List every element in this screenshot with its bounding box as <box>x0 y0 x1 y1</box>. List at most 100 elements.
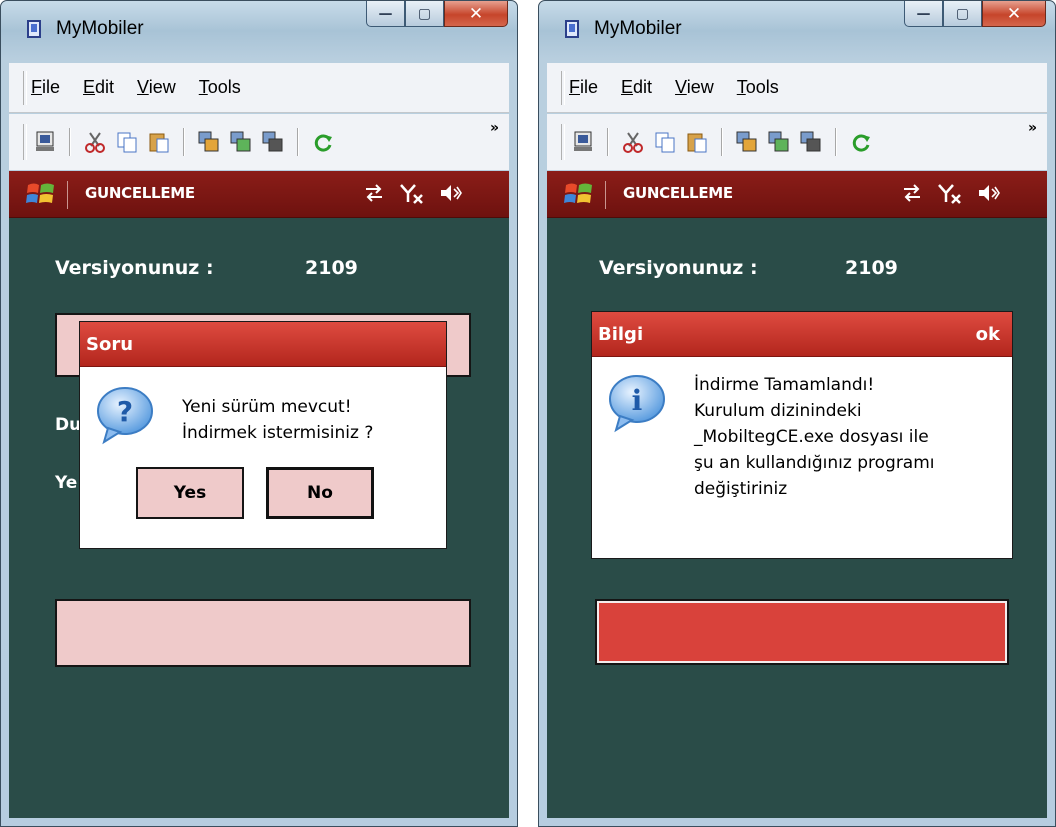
dialog-title: Bilgi <box>598 323 644 345</box>
paste-icon[interactable] <box>147 130 171 154</box>
download-button-bottom[interactable] <box>55 599 471 667</box>
minimize-icon: — <box>916 5 931 22</box>
menu-grip[interactable] <box>23 71 27 105</box>
obscured-label-1: Du <box>55 415 82 435</box>
copy-icon[interactable] <box>115 130 139 154</box>
toolbar-separator <box>721 128 723 156</box>
menu-view[interactable]: View <box>137 77 176 98</box>
window-transfer-icon-2[interactable] <box>229 130 253 154</box>
minimize-icon: — <box>378 5 393 22</box>
toolbar-separator <box>183 128 185 156</box>
menu-file[interactable]: File <box>31 77 60 98</box>
caption-buttons: — ▢ ✕ <box>904 1 1046 27</box>
window-transfer-icon-1[interactable] <box>197 130 221 154</box>
windows-start-icon[interactable] <box>26 181 56 207</box>
dialog-message: Yeni sürüm mevcut! İndirmek istermisiniz… <box>182 397 374 443</box>
menu-grip[interactable] <box>561 71 565 105</box>
window-transfer-icon-3[interactable] <box>261 130 285 154</box>
dialog-message: İndirme Tamamlandı! Kurulum dizinindeki … <box>694 375 935 499</box>
toolbar-overflow-icon[interactable]: » <box>490 120 499 136</box>
dialog-title-bar: Bilgi ok <box>592 312 1012 357</box>
ok-button[interactable]: ok <box>976 324 1000 345</box>
sync-icon[interactable] <box>901 182 923 204</box>
status-icons <box>363 182 463 206</box>
close-icon: ✕ <box>1006 3 1022 24</box>
title-bar[interactable]: MyMobiler — ▢ ✕ <box>539 1 1055 55</box>
menu-tools[interactable]: Tools <box>199 77 241 98</box>
device-icon[interactable] <box>571 130 595 154</box>
window-transfer-icon-3[interactable] <box>799 130 823 154</box>
close-button[interactable]: ✕ <box>982 1 1046 27</box>
svg-text:i: i <box>632 384 643 417</box>
menu-bar: File Edit View Tools <box>9 63 509 113</box>
obscured-label-2: Ye <box>55 473 78 493</box>
app-title: GUNCELLEME <box>85 184 195 202</box>
download-progress-button[interactable] <box>595 599 1009 665</box>
maximize-icon: ▢ <box>417 5 432 22</box>
window-title: MyMobiler <box>56 18 144 39</box>
header-separator <box>67 181 68 209</box>
refresh-icon[interactable] <box>849 130 873 154</box>
dialog-title-bar: Soru <box>80 322 446 367</box>
windows-start-icon[interactable] <box>564 181 594 207</box>
maximize-button[interactable]: ▢ <box>405 1 444 27</box>
app-header: GUNCELLEME <box>547 171 1047 218</box>
maximize-icon: ▢ <box>955 5 970 22</box>
version-value: 2109 <box>305 257 358 279</box>
window-transfer-icon-2[interactable] <box>767 130 791 154</box>
toolbar-grip[interactable] <box>23 124 27 160</box>
toolbar-separator <box>607 128 609 156</box>
tool-bar: » <box>547 114 1047 170</box>
volume-muted-icon[interactable] <box>977 182 1001 204</box>
device-icon[interactable] <box>33 130 57 154</box>
app-header: GUNCELLEME <box>9 171 509 218</box>
dialog-title: Soru <box>86 333 134 355</box>
tool-bar: » <box>9 114 509 170</box>
status-icons <box>901 182 1001 206</box>
copy-icon[interactable] <box>653 130 677 154</box>
toolbar-separator <box>835 128 837 156</box>
version-label: Versiyonunuz : <box>55 257 214 279</box>
minimize-button[interactable]: — <box>904 1 943 27</box>
menu-bar: File Edit View Tools <box>547 63 1047 113</box>
close-icon: ✕ <box>468 3 484 24</box>
maximize-button[interactable]: ▢ <box>943 1 982 27</box>
info-dialog: Bilgi ok i İndirme Tamamlandı! Kurulum d… <box>591 311 1013 559</box>
cut-icon[interactable] <box>621 130 645 154</box>
app-icon <box>565 20 579 38</box>
close-button[interactable]: ✕ <box>444 1 508 27</box>
title-bar[interactable]: MyMobiler — ▢ ✕ <box>1 1 517 55</box>
no-signal-icon[interactable] <box>937 182 963 206</box>
version-value: 2109 <box>845 257 898 279</box>
app-title: GUNCELLEME <box>623 184 733 202</box>
window-title: MyMobiler <box>594 18 682 39</box>
cut-icon[interactable] <box>83 130 107 154</box>
app-icon <box>27 20 41 38</box>
menu-file[interactable]: File <box>569 77 598 98</box>
menu-view[interactable]: View <box>675 77 714 98</box>
question-icon: ? <box>97 387 153 445</box>
toolbar-grip[interactable] <box>561 124 565 160</box>
no-signal-icon[interactable] <box>399 182 425 206</box>
svg-text:?: ? <box>117 395 133 428</box>
device-screen: GUNCELLEME Versiyonunuz : 2109 Bilgi ok … <box>547 171 1047 818</box>
toolbar-separator <box>69 128 71 156</box>
refresh-icon[interactable] <box>311 130 335 154</box>
toolbar-overflow-icon[interactable]: » <box>1028 120 1037 136</box>
sync-icon[interactable] <box>363 182 385 204</box>
volume-muted-icon[interactable] <box>439 182 463 204</box>
info-icon: i <box>609 375 665 433</box>
paste-icon[interactable] <box>685 130 709 154</box>
yes-button[interactable]: Yes <box>136 467 244 519</box>
no-button[interactable]: No <box>266 467 374 519</box>
menu-edit[interactable]: Edit <box>83 77 114 98</box>
menu-edit[interactable]: Edit <box>621 77 652 98</box>
mymobiler-window-right: MyMobiler — ▢ ✕ File Edit View Tools » G… <box>538 0 1056 827</box>
device-screen: GUNCELLEME Versiyonunuz : 2109 Du Ye Sor… <box>9 171 509 818</box>
window-transfer-icon-1[interactable] <box>735 130 759 154</box>
menu-tools[interactable]: Tools <box>737 77 779 98</box>
toolbar-separator <box>297 128 299 156</box>
minimize-button[interactable]: — <box>366 1 405 27</box>
caption-buttons: — ▢ ✕ <box>366 1 508 27</box>
version-label: Versiyonunuz : <box>599 257 758 279</box>
